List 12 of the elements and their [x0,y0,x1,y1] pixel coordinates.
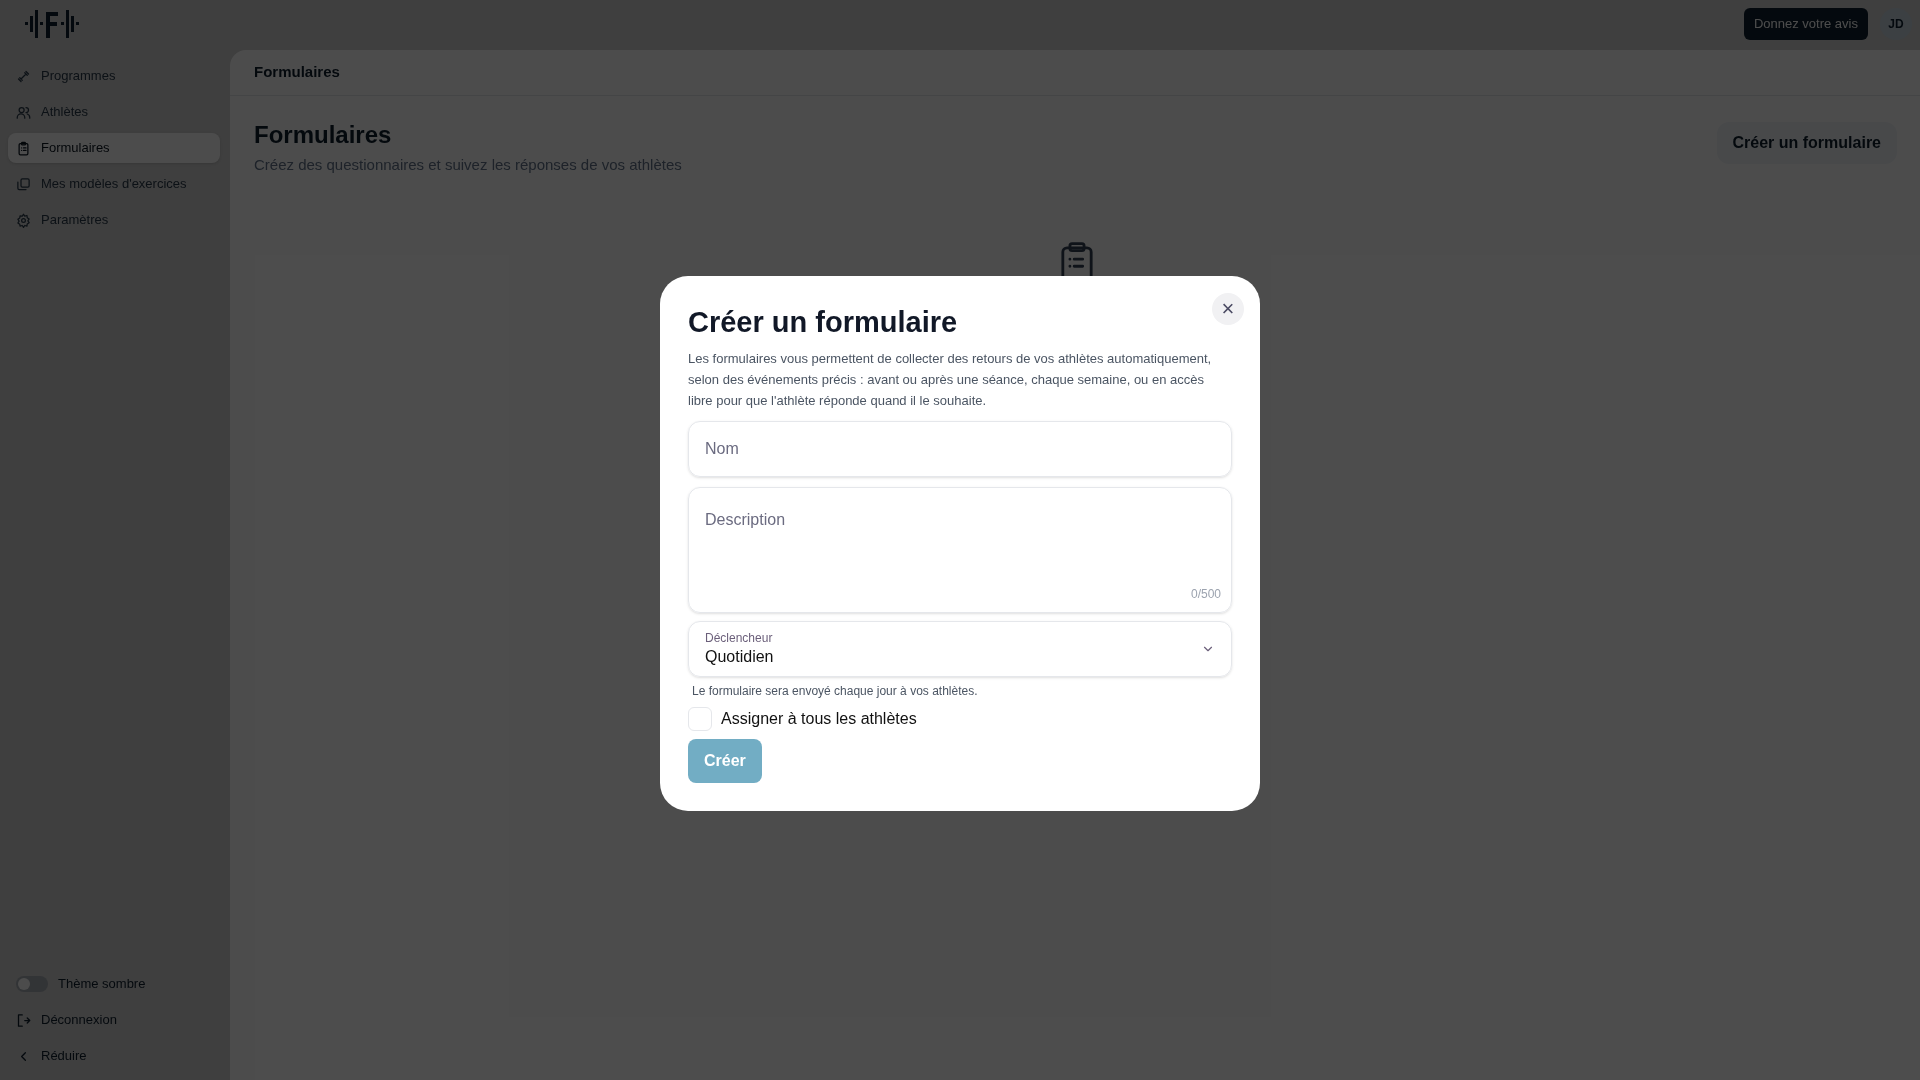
page-title: Formulaires [254,120,393,150]
dialog-description: Les formulaires vous permettent de collecter des retours de vos athlètes automatiquement, selon des événements précis : avant ou après une séance, chaque semaine, ou en accès libre pour que l'athlète réponde quand il le souhaite. [688,350,1213,410]
dialog-title: Créer un formulaire [688,305,958,340]
trigger-helper-text: Le formulaire sera envoyé chaque jour à vos athlètes. [692,683,979,700]
trigger-select[interactable]: Déclencheur Quotidien [688,621,1232,677]
assign-checkbox[interactable] [688,707,712,731]
character-counter: 0/500 [1190,586,1221,603]
breadcrumb: Formulaires [254,62,340,83]
name-field[interactable]: Nom [688,421,1232,477]
checkbox-label: Assigner à tous les athlètes [721,709,917,729]
close-button[interactable]: × [1212,293,1244,325]
toggle-label: Thème sombre [58,975,146,994]
